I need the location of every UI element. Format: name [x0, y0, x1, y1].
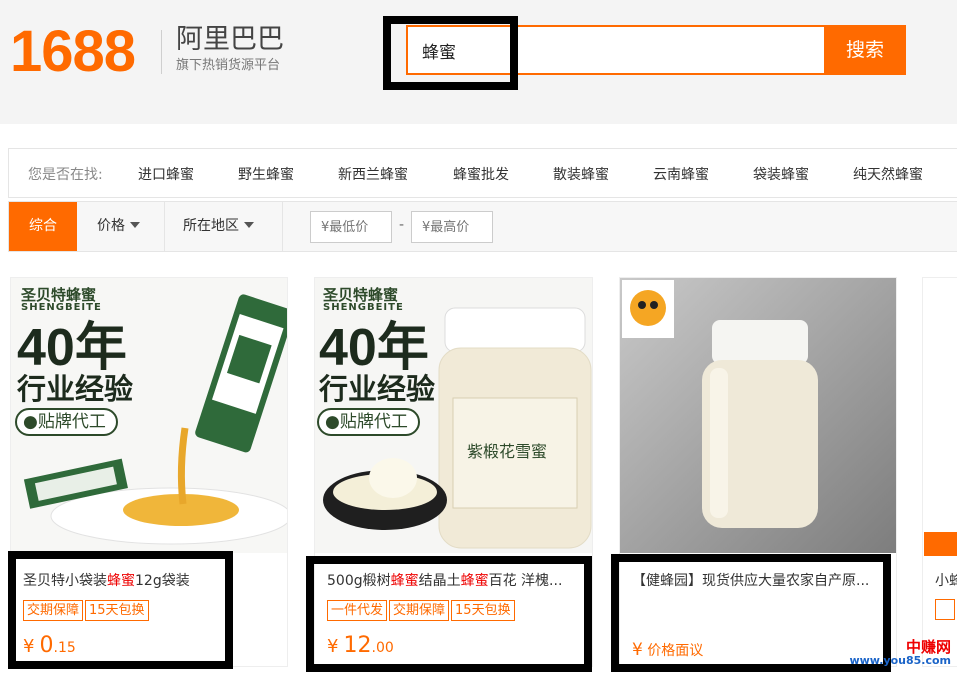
- tag-partial: [935, 599, 955, 620]
- promo-ribbon: [924, 532, 957, 556]
- product-image[interactable]: 圣贝特蜂蜜 SHENGBEITE 40年 行业经验 ●贴牌代工: [11, 278, 287, 553]
- chevron-down-icon: [130, 222, 140, 228]
- logo-subtitle: 旗下热销货源平台: [176, 58, 281, 73]
- min-price-input[interactable]: [310, 211, 392, 243]
- promo-big-number: 40年: [17, 319, 127, 377]
- suggest-item-bagged[interactable]: 袋装蜂蜜: [753, 164, 809, 184]
- raw-honey-bottle-image: [620, 278, 896, 553]
- suggest-item-new-zealand[interactable]: 新西兰蜂蜜: [338, 164, 408, 184]
- search-button[interactable]: 搜索: [824, 25, 906, 75]
- annotation-box-search: [383, 16, 518, 90]
- related-searches-label: 您是否在找:: [28, 167, 103, 183]
- product-image[interactable]: 圣贝特蜂蜜 SHENGBEITE 40年 行业经验 ●贴牌代工 紫椴花雪蜜: [315, 278, 592, 553]
- service-tags: [935, 599, 957, 624]
- promo-oem-badge: ●贴牌代工: [15, 408, 118, 436]
- suggest-item-yunnan[interactable]: 云南蜂蜜: [653, 164, 709, 184]
- price-range-separator: -: [399, 217, 405, 233]
- brand-logo-english: SHENGBEITE: [21, 302, 102, 313]
- watermark-name: 中赚网: [905, 638, 951, 656]
- promo-experience: 行业经验: [17, 372, 134, 406]
- sort-price-dropdown[interactable]: 价格: [77, 202, 165, 251]
- product-title[interactable]: 小蜂: [935, 570, 957, 590]
- sort-price-label: 价格: [97, 218, 125, 234]
- suggest-item-natural[interactable]: 纯天然蜂蜜: [853, 164, 923, 184]
- promo-experience: 行业经验: [319, 372, 436, 406]
- brand-logo-english: SHENGBEITE: [323, 302, 404, 313]
- site-watermark: 中赚网 www.you85.com: [849, 639, 951, 667]
- sort-comprehensive-tab[interactable]: 综合: [9, 202, 77, 251]
- product-image[interactable]: [923, 278, 957, 553]
- watermark-url: www.you85.com: [849, 654, 951, 667]
- filter-bar: 综合 价格 所在地区 -: [8, 201, 957, 252]
- suggest-item-wholesale[interactable]: 蜂蜜批发: [453, 164, 509, 184]
- promo-big-number: 40年: [319, 319, 429, 377]
- logo-divider: [161, 30, 162, 74]
- region-label: 所在地区: [183, 218, 239, 234]
- logo-brand-name[interactable]: 阿里巴巴: [176, 24, 284, 56]
- suggest-item-wild[interactable]: 野生蜂蜜: [238, 164, 294, 184]
- max-price-input[interactable]: [411, 211, 493, 243]
- region-dropdown[interactable]: 所在地区: [165, 202, 283, 251]
- promo-oem-badge: ●贴牌代工: [317, 408, 420, 436]
- logo-1688[interactable]: 1688: [10, 20, 136, 84]
- suggest-item-imported[interactable]: 进口蜂蜜: [138, 164, 194, 184]
- jar-label: 紫椴花雪蜜: [467, 442, 548, 461]
- annotation-box-card-2: [306, 556, 592, 672]
- annotation-box-card-1: [8, 551, 233, 669]
- suggest-item-bulk[interactable]: 散装蜂蜜: [553, 164, 609, 184]
- related-searches: 您是否在找: 进口蜂蜜 野生蜂蜜 新西兰蜂蜜 蜂蜜批发 散装蜂蜜 云南蜂蜜 袋装…: [8, 148, 957, 198]
- product-card[interactable]: 小蜂: [922, 277, 957, 667]
- product-image[interactable]: [620, 278, 896, 553]
- chevron-down-icon: [244, 222, 254, 228]
